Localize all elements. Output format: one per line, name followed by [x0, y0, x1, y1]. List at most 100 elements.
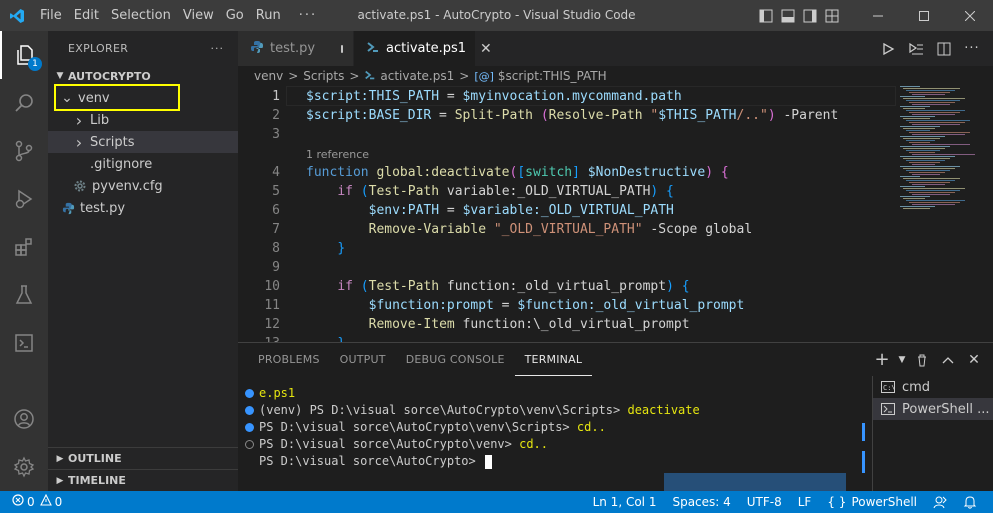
minimap[interactable] — [900, 86, 980, 216]
tree-item[interactable]: test.py — [48, 197, 238, 219]
panel-tab[interactable]: TERMINAL — [514, 343, 593, 376]
problems-status[interactable]: 0 0 — [0, 491, 70, 513]
menu-item[interactable]: ··· — [287, 0, 329, 31]
terminal-item-powershell[interactable]: PowerShell ... — [873, 398, 993, 420]
close-tab-icon[interactable]: ✕ — [480, 41, 492, 57]
breadcrumb-item[interactable]: venv — [254, 69, 283, 83]
customize-layout-icon[interactable] — [821, 0, 843, 31]
chevron-down-icon[interactable]: ▼ — [897, 349, 907, 371]
toggle-sidebar-icon[interactable] — [755, 0, 777, 31]
menu-item[interactable]: View — [177, 0, 220, 31]
kill-terminal-icon[interactable] — [911, 349, 933, 371]
tab-test-py[interactable]: test.py — [238, 31, 354, 66]
menu-item[interactable]: Selection — [105, 0, 177, 31]
command-decoration-icon[interactable] — [245, 389, 254, 398]
cursor-position[interactable]: Ln 1, Col 1 — [585, 491, 665, 513]
breadcrumb-item[interactable]: Scripts — [303, 69, 344, 83]
language-mode[interactable]: { } PowerShell — [819, 491, 925, 513]
menu-item[interactable]: Go — [220, 0, 250, 31]
command-decoration-icon[interactable] — [245, 440, 254, 449]
terminal-scrollbar-thumb[interactable] — [664, 473, 846, 491]
maximize-panel-icon[interactable] — [937, 349, 959, 371]
tree-item[interactable]: .gitignore — [48, 153, 238, 175]
close-panel-icon[interactable]: ✕ — [963, 349, 985, 371]
code-line: 5 if (Test-Path variable:_OLD_VIRTUAL_PA… — [238, 182, 898, 201]
command-decoration-icon[interactable] — [245, 406, 254, 415]
search-icon[interactable] — [0, 79, 48, 127]
tree-item[interactable]: pyvenv.cfg — [48, 175, 238, 197]
indentation[interactable]: Spaces: 4 — [664, 491, 738, 513]
remote-explorer-icon[interactable] — [0, 319, 48, 367]
terminal-line: PS D:\visual sorce\AutoCrypto\venv> cd.. — [238, 436, 868, 453]
code-line: 13 } — [238, 334, 898, 342]
minimap-line — [906, 140, 935, 141]
outline-section-header[interactable]: ▶ OUTLINE — [48, 447, 238, 469]
run-debug-icon[interactable] — [0, 175, 48, 223]
minimap-line — [900, 136, 945, 137]
line-number: 5 — [272, 184, 280, 199]
code-token: = — [493, 298, 518, 313]
breadcrumb-item[interactable]: $script:THIS_PATH — [498, 69, 607, 83]
panel-tab[interactable]: PROBLEMS — [248, 343, 330, 376]
notifications-bell-icon[interactable] — [955, 491, 985, 513]
menu-item[interactable]: Run — [250, 0, 287, 31]
code-token: ( — [540, 108, 549, 123]
code-token: = — [439, 203, 463, 218]
toggle-secondary-sidebar-icon[interactable] — [799, 0, 821, 31]
end-of-line[interactable]: LF — [790, 491, 820, 513]
extensions-icon[interactable] — [0, 223, 48, 271]
new-terminal-icon[interactable]: + — [871, 349, 893, 371]
code-token: } — [337, 241, 346, 256]
terminal-text: PS D:\visual sorce\AutoCrypto\venv\Scrip… — [259, 420, 577, 434]
unsaved-dot-icon[interactable] — [341, 44, 343, 53]
run-file-icon[interactable] — [877, 38, 899, 60]
more-actions-icon[interactable]: ··· — [961, 38, 983, 60]
line-number: 8 — [272, 241, 280, 256]
run-selection-icon[interactable] — [905, 38, 927, 60]
minimap-line — [900, 156, 955, 157]
source-control-icon[interactable] — [0, 127, 48, 175]
terminal-text: (venv) PS D:\visual sorce\AutoCrypto\ven… — [259, 403, 628, 417]
menu-item[interactable]: File — [34, 0, 68, 31]
code-token: global:deactivate — [368, 165, 510, 180]
breadcrumb-item[interactable]: activate.ps1 — [380, 69, 454, 83]
codelens-references[interactable]: 1 reference — [306, 145, 369, 164]
minimap-line — [912, 184, 945, 185]
testing-icon[interactable] — [0, 271, 48, 319]
panel-tab[interactable]: DEBUG CONSOLE — [396, 343, 515, 376]
code-token: function:_old_virtual_prompt — [439, 279, 667, 294]
code-text: Remove-Variable "_OLD_VIRTUAL_PATH" -Sco… — [306, 220, 753, 239]
split-editor-icon[interactable] — [933, 38, 955, 60]
code-token: variable:_OLD_VIRTUAL_PATH — [439, 184, 651, 199]
minimap-line — [906, 200, 965, 201]
tab-activate-ps1[interactable]: activate.ps1 ✕ — [354, 31, 492, 66]
terminal-item-cmd[interactable]: C:\ cmd — [873, 376, 993, 398]
minimap-line — [906, 170, 950, 171]
toggle-panel-icon[interactable] — [777, 0, 799, 31]
tree-item[interactable]: ⌄ venv — [48, 87, 238, 109]
account-icon[interactable] — [0, 395, 48, 443]
tree-item[interactable]: › Scripts — [48, 131, 238, 153]
encoding[interactable]: UTF-8 — [739, 491, 790, 513]
terminal-text: e.ps1 — [259, 386, 296, 400]
code-editor[interactable]: 1 $script:THIS_PATH = $myinvocation.mycom… — [238, 86, 993, 342]
settings-gear-icon[interactable] — [0, 443, 48, 491]
minimap-line — [912, 174, 940, 175]
panel-tab[interactable]: OUTPUT — [330, 343, 396, 376]
workspace-folder-header[interactable]: ▼ AUTOCRYPTO — [48, 65, 238, 87]
close-window-icon[interactable] — [947, 0, 993, 31]
minimize-window-icon[interactable] — [855, 0, 901, 31]
maximize-window-icon[interactable] — [901, 0, 947, 31]
timeline-section-header[interactable]: ▶ TIMELINE — [48, 469, 238, 491]
explorer-more-actions-icon[interactable]: ··· — [211, 42, 225, 55]
terminal-text: cd.. — [576, 420, 606, 434]
menu-item[interactable]: Edit — [68, 0, 105, 31]
tree-item[interactable]: › Lib — [48, 109, 238, 131]
feedback-icon[interactable] — [925, 491, 955, 513]
command-decoration-icon[interactable] — [245, 423, 254, 432]
minimap-line — [909, 132, 970, 133]
explorer-icon[interactable]: 1 — [0, 31, 48, 79]
